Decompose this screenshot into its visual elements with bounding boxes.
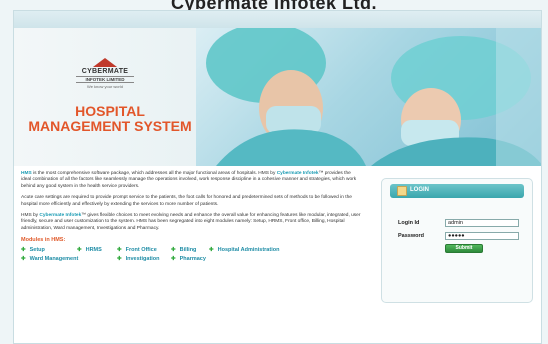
modules-title: Modules in HMS:: [21, 237, 66, 244]
intro-content: HMS is the most comprehensive software p…: [21, 171, 361, 262]
login-id-label: Login Id: [398, 220, 420, 226]
app-frame: CYBERMATE INFOTEK LIMITED We know your w…: [13, 10, 542, 344]
company-logo: CYBERMATE INFOTEK LIMITED We know your w…: [72, 58, 138, 92]
module-label: Investigation: [125, 256, 160, 263]
module-pharmacy[interactable]: ✚ Pharmacy: [171, 256, 209, 262]
intro-paragraph-3: HMS by Cybermate Infotek™ gives flexible…: [21, 213, 361, 232]
module-front-office[interactable]: ✚ Front Office: [117, 247, 171, 253]
intro-paragraph-2: Acute care settings are required to prov…: [21, 195, 352, 207]
module-hospital-administration[interactable]: ✚ Hospital Administration: [209, 247, 339, 253]
module-label: HRMS: [85, 247, 102, 254]
lock-icon: [397, 186, 407, 196]
plus-icon: ✚: [77, 247, 82, 254]
module-label: Hospital Administration: [217, 247, 280, 254]
password-input[interactable]: ●●●●●: [445, 232, 519, 240]
password-label: Password: [398, 233, 424, 239]
intro-paragraph-1: HMS is the most comprehensive software p…: [21, 171, 361, 190]
surgeons-photo: [196, 28, 541, 166]
intro-hms: HMS: [21, 171, 32, 176]
intro-company-link[interactable]: Cybermate Infotek: [277, 171, 319, 176]
module-billing[interactable]: ✚ Billing: [171, 247, 209, 253]
plus-icon: ✚: [21, 256, 26, 263]
plus-icon: ✚: [117, 256, 122, 263]
plus-icon: ✚: [171, 247, 176, 254]
login-header: LOGIN: [390, 184, 524, 198]
modules-list: ✚ Setup ✚ HRMS ✚ Front Office ✚ Billing ✚ Hos…: [21, 247, 361, 262]
module-label: Ward Management: [29, 256, 79, 263]
module-investigation[interactable]: ✚ Investigation: [117, 256, 171, 262]
login-id-input[interactable]: admin: [445, 219, 519, 227]
plus-icon: ✚: [21, 247, 26, 254]
module-label: Billing: [179, 247, 197, 254]
login-panel: LOGIN Login Id admin Password ●●●●● Subm…: [381, 178, 533, 303]
module-hrms[interactable]: ✚ HRMS: [77, 247, 117, 253]
submit-button[interactable]: Submit: [445, 244, 483, 253]
module-setup[interactable]: ✚ Setup: [21, 247, 77, 253]
logo-roof-icon: [93, 58, 117, 67]
intro-p1-text: is the most comprehensive software packa…: [31, 171, 277, 176]
surgeons-illustration: [206, 28, 541, 166]
module-label: Front Office: [125, 247, 157, 254]
plus-icon: ✚: [117, 247, 122, 254]
logo-tagline: We know your world: [87, 84, 123, 89]
logo-company-sub: INFOTEK LIMITED: [76, 76, 134, 83]
logo-company-name: CYBERMATE: [81, 68, 129, 75]
module-label: Pharmacy: [179, 256, 206, 263]
intro-p3-start: HMS by: [21, 213, 40, 219]
plus-icon: ✚: [209, 247, 214, 254]
plus-icon: ✚: [171, 256, 176, 263]
module-label: Setup: [29, 247, 45, 254]
app-title-line1: HOSPITAL: [75, 103, 145, 119]
app-title-line2: MANAGEMENT SYSTEM: [28, 118, 192, 134]
header-banner: CYBERMATE INFOTEK LIMITED We know your w…: [14, 28, 541, 166]
module-ward-management[interactable]: ✚ Ward Management: [21, 256, 79, 263]
app-title: HOSPITAL MANAGEMENT SYSTEM: [26, 104, 194, 134]
top-band: [14, 11, 541, 28]
login-title: LOGIN: [410, 187, 429, 193]
intro-company-link-2[interactable]: Cybermate Infotek: [39, 213, 81, 218]
brand-panel: CYBERMATE INFOTEK LIMITED We know your w…: [14, 28, 196, 166]
